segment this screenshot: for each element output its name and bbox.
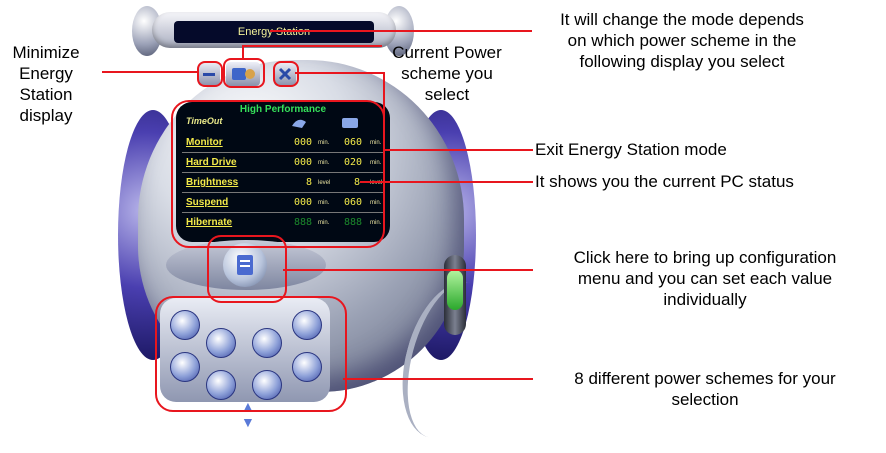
callout-line: 8 different power schemes for your	[574, 369, 836, 388]
callout-line: Minimize	[12, 43, 80, 62]
callout-line: menu and you can set each value	[577, 269, 833, 288]
callout-line: select	[424, 85, 470, 104]
callout-line: on which power scheme in the	[567, 31, 797, 50]
scheme-leader	[242, 45, 382, 47]
app-title: Energy Station	[174, 21, 374, 43]
exit-callout: Exit Energy Station mode	[535, 140, 727, 159]
exit-leader	[383, 149, 533, 151]
callout-line: display	[19, 106, 73, 125]
callout-line: individually	[663, 290, 747, 309]
callout-line: selection	[671, 390, 739, 409]
callout-line: Station	[19, 85, 73, 104]
scheme-leader-vertical	[242, 45, 244, 58]
schemes-highlight	[155, 296, 347, 412]
display-highlight	[171, 100, 385, 248]
callout-line: Energy	[19, 64, 73, 83]
minimize-callout: Minimize Energy Station display	[0, 42, 92, 126]
status-leader	[360, 181, 533, 183]
exit-highlight	[273, 61, 299, 87]
exit-leader-top	[295, 72, 385, 74]
mode-callout: It will change the mode depends on which…	[532, 9, 832, 72]
status-callout: It shows you the current PC status	[535, 172, 794, 191]
minimize-leader	[102, 71, 197, 73]
probe-indicator	[447, 270, 463, 310]
callout-line: Click here to bring up configuration	[573, 248, 837, 267]
callout-line: Current Power	[392, 43, 502, 62]
config-highlight	[207, 235, 287, 303]
callout-line: following display you select	[579, 52, 785, 71]
minimize-highlight	[197, 61, 223, 87]
schemes-leader	[343, 378, 533, 380]
scheme-highlight	[223, 58, 265, 88]
schemes-callout: 8 different power schemes for your selec…	[535, 368, 875, 410]
config-leader	[283, 269, 533, 271]
callout-line: scheme you	[401, 64, 493, 83]
config-callout: Click here to bring up configuration men…	[535, 247, 875, 310]
callout-line: It will change the mode depends	[560, 10, 804, 29]
scheme-callout: Current Power scheme you select	[382, 42, 512, 105]
mode-leader	[270, 30, 532, 32]
